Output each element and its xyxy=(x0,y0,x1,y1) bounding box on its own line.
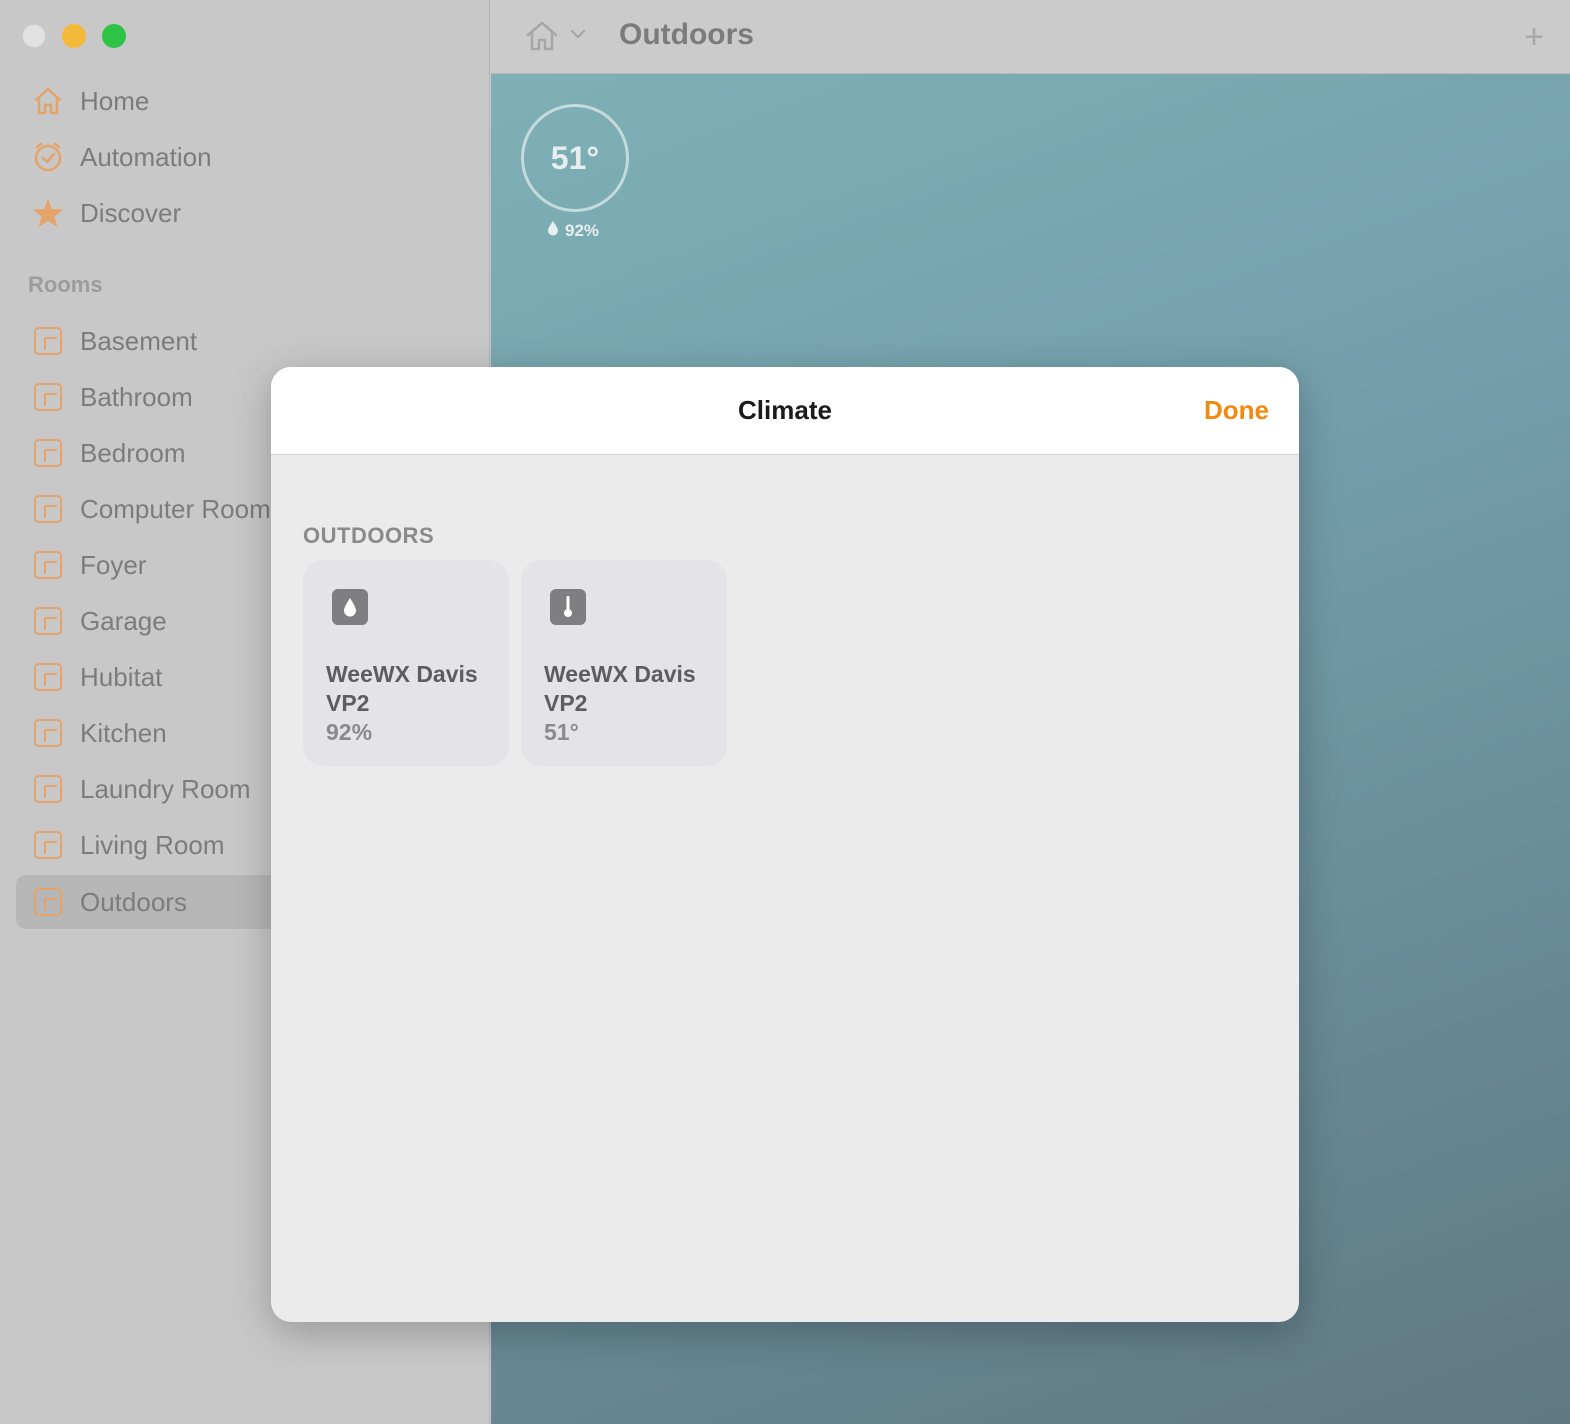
humidity-drop-icon xyxy=(332,589,368,625)
sidebar-item-label: Living Room xyxy=(80,829,225,860)
sidebar-item-label: Hubitat xyxy=(80,661,163,692)
section-title: OUTDOORS xyxy=(303,523,435,548)
accessory-value: 92% xyxy=(326,719,373,745)
house-icon xyxy=(526,21,558,51)
temperature-value: 51° xyxy=(550,139,600,176)
sidebar-item-label: Outdoors xyxy=(80,886,187,917)
toolbar: Outdoors + xyxy=(491,0,1570,74)
room-icon xyxy=(32,773,64,805)
room-icon xyxy=(32,493,64,525)
room-icon xyxy=(32,381,64,413)
sidebar-item-label: Laundry Room xyxy=(80,773,251,804)
sidebar-item-label: Bedroom xyxy=(80,437,186,468)
sheet-title: Climate xyxy=(738,395,832,425)
sidebar-item-label: Home xyxy=(80,85,150,116)
humidity-status: 92% xyxy=(547,220,599,241)
sidebar-item-basement[interactable]: Basement xyxy=(16,314,490,368)
room-icon xyxy=(32,437,64,469)
sidebar-item-automation[interactable]: Automation xyxy=(16,130,490,184)
sidebar-item-home[interactable]: Home xyxy=(16,74,490,128)
humidity-value: 92% xyxy=(565,220,600,240)
accessory-name: WeeWX Davis VP2 xyxy=(544,661,696,716)
sidebar-item-label: Computer Room xyxy=(80,493,271,524)
sidebar-item-label: Foyer xyxy=(80,549,147,580)
sidebar-item-label: Kitchen xyxy=(80,717,167,748)
room-icon xyxy=(32,325,64,357)
room-icon xyxy=(32,717,64,749)
accessory-name: WeeWX Davis VP2 xyxy=(326,661,478,716)
home-menu-button[interactable] xyxy=(525,20,559,52)
accessory-tile[interactable]: WeeWX Davis VP2 92% xyxy=(303,560,509,766)
temperature-status[interactable]: 51° xyxy=(521,104,629,212)
sidebar-item-label: Discover xyxy=(80,197,182,228)
sheet-header: Climate Done xyxy=(271,367,1299,455)
page-title: Outdoors xyxy=(619,18,754,51)
room-icon xyxy=(32,605,64,637)
climate-sheet: Climate Done OUTDOORS WeeWX Davis VP2 92… xyxy=(271,367,1299,1322)
sidebar-item-label: Automation xyxy=(80,141,212,172)
maximize-window-button[interactable] xyxy=(102,24,126,48)
close-window-button[interactable] xyxy=(22,24,46,48)
room-icon xyxy=(32,829,64,861)
sidebar-item-label: Garage xyxy=(80,605,167,636)
add-button[interactable]: + xyxy=(1524,18,1544,57)
room-icon xyxy=(32,549,64,581)
sidebar-item-discover[interactable]: Discover xyxy=(16,186,490,240)
room-icon xyxy=(32,661,64,693)
done-button[interactable]: Done xyxy=(1204,395,1269,426)
thermometer-icon xyxy=(550,589,586,625)
clock-check-icon xyxy=(32,141,64,173)
drop-icon xyxy=(547,220,559,241)
window-controls xyxy=(22,24,126,48)
house-icon xyxy=(32,85,64,117)
accessory-tile[interactable]: WeeWX Davis VP2 51° xyxy=(521,560,727,766)
minimize-window-button[interactable] xyxy=(62,24,86,48)
chevron-down-icon[interactable] xyxy=(570,27,586,45)
sidebar-item-label: Bathroom xyxy=(80,381,193,412)
rooms-heading: Rooms xyxy=(28,272,103,297)
sidebar-item-label: Basement xyxy=(80,325,198,356)
accessory-value: 51° xyxy=(544,719,579,745)
room-icon xyxy=(32,886,64,918)
star-icon xyxy=(32,197,64,229)
